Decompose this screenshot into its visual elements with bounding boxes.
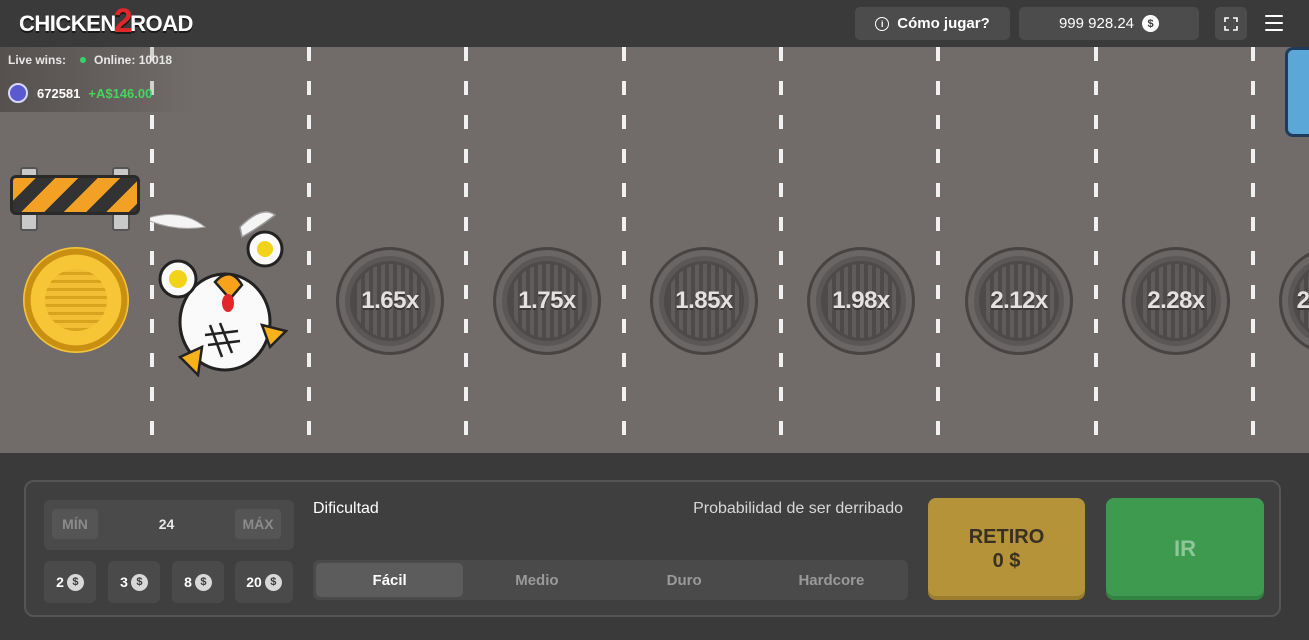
hamburger-icon	[1265, 15, 1283, 17]
tab-hardcore[interactable]: Hardcore	[758, 563, 905, 597]
cashout-button[interactable]: RETIRO 0 $	[928, 498, 1085, 600]
quick-bet-value: 2	[56, 574, 64, 590]
go-button[interactable]: IR	[1106, 498, 1264, 600]
lane-divider	[464, 47, 468, 453]
last-win-amount: +A$146.00	[88, 85, 153, 101]
lane-divider	[622, 47, 626, 453]
quick-bet-button[interactable]: 8 $	[172, 561, 224, 603]
multiplier-label: 2.28x	[1147, 287, 1205, 314]
quick-bet-value: 8	[184, 574, 192, 590]
lane-multiplier-5[interactable]: 2.12x	[965, 247, 1073, 355]
lane-divider	[936, 47, 940, 453]
lane-multiplier-2[interactable]: 1.75x	[493, 247, 601, 355]
quick-bet-button[interactable]: 20 $	[235, 561, 293, 603]
probability-label: Probabilidad de ser derribado	[693, 500, 903, 517]
bet-max-button[interactable]: MÁX	[235, 509, 281, 539]
lane-multiplier-3[interactable]: 1.85x	[650, 247, 758, 355]
dollar-coin-icon: $	[66, 573, 84, 591]
dollar-coin-icon: $	[130, 573, 148, 591]
difficulty-selector: Fácil Medio Duro Hardcore	[313, 560, 908, 600]
last-win-user: 672581	[37, 85, 81, 101]
live-wins-panel: Live wins: Online: 10018 672581 +A$146.0…	[0, 47, 195, 112]
quick-bet-value: 20	[246, 574, 262, 590]
lane-divider	[1094, 47, 1098, 453]
dollar-coin-icon: $	[264, 573, 282, 591]
bet-amount-input[interactable]: 24	[104, 516, 229, 532]
cashout-label: RETIRO	[968, 526, 1045, 548]
bet-min-button[interactable]: MÍN	[52, 509, 98, 539]
quick-bet-button[interactable]: 2 $	[44, 561, 96, 603]
start-coin-icon	[23, 247, 129, 353]
lane-multiplier-1[interactable]: 1.65x	[336, 247, 444, 355]
game-logo: CHICKEN 2 ROAD	[19, 2, 193, 40]
how-to-play-button[interactable]: i Cómo jugar?	[855, 7, 1010, 40]
balance-display: 999 928.24 $	[1019, 7, 1199, 40]
live-wins-label: Live wins:	[8, 53, 67, 67]
lane-divider	[307, 47, 311, 453]
tab-facil[interactable]: Fácil	[316, 563, 464, 597]
bet-amount-stepper: MÍN 24 MÁX	[44, 500, 294, 550]
avatar	[8, 83, 28, 103]
tab-duro[interactable]: Duro	[611, 563, 758, 597]
tab-medio[interactable]: Medio	[463, 563, 610, 597]
quick-bet-value: 3	[120, 574, 128, 590]
logo-text-chicken: CHICKEN	[19, 11, 116, 36]
logo-text-road: ROAD	[130, 11, 193, 36]
dollar-coin-icon: $	[1142, 15, 1160, 32]
multiplier-label: 1.65x	[361, 287, 419, 314]
multiplier-label: 1.98x	[832, 287, 890, 314]
fullscreen-icon	[1224, 16, 1238, 31]
multiplier-label: 2.12x	[990, 287, 1048, 314]
quick-bet-button[interactable]: 3 $	[108, 561, 160, 603]
lane-multiplier-4[interactable]: 1.98x	[807, 247, 915, 355]
dollar-coin-icon: $	[194, 573, 212, 591]
lane-multiplier-6[interactable]: 2.28x	[1122, 247, 1230, 355]
online-indicator-icon	[80, 57, 87, 63]
logo-text-two: 2	[113, 1, 133, 40]
info-icon: i	[875, 16, 890, 31]
menu-button[interactable]	[1263, 13, 1285, 33]
game-app: CHICKEN 2 ROAD i Cómo jugar? 999 928.24 $	[0, 0, 1309, 640]
control-panel: MÍN 24 MÁX 2 $ 3 $ 8 $ 20 $ Dificultad P…	[24, 480, 1281, 617]
lane-divider	[779, 47, 783, 453]
chicken-character	[150, 211, 289, 377]
balance-value: 999 928.24	[1058, 15, 1135, 32]
top-bar: CHICKEN 2 ROAD i Cómo jugar? 999 928.24 $	[0, 0, 1309, 47]
online-count: 10018	[138, 53, 173, 67]
multiplier-label: 1.75x	[518, 287, 576, 314]
road-barrier	[8, 167, 142, 231]
online-label: Online:	[94, 53, 136, 67]
multiplier-label: 1.85x	[675, 287, 733, 314]
lane-multiplier-7[interactable]: 2	[1279, 247, 1309, 355]
game-road: Live wins: Online: 10018 672581 +A$146.0…	[0, 47, 1309, 453]
how-to-play-label: Cómo jugar?	[897, 15, 990, 32]
fullscreen-button[interactable]	[1215, 7, 1247, 40]
multiplier-label: 2	[1296, 287, 1309, 314]
lane-divider	[1251, 47, 1255, 453]
truck-icon	[1285, 47, 1309, 137]
difficulty-label: Dificultad	[313, 500, 379, 517]
cashout-amount: 0 $	[992, 550, 1021, 572]
